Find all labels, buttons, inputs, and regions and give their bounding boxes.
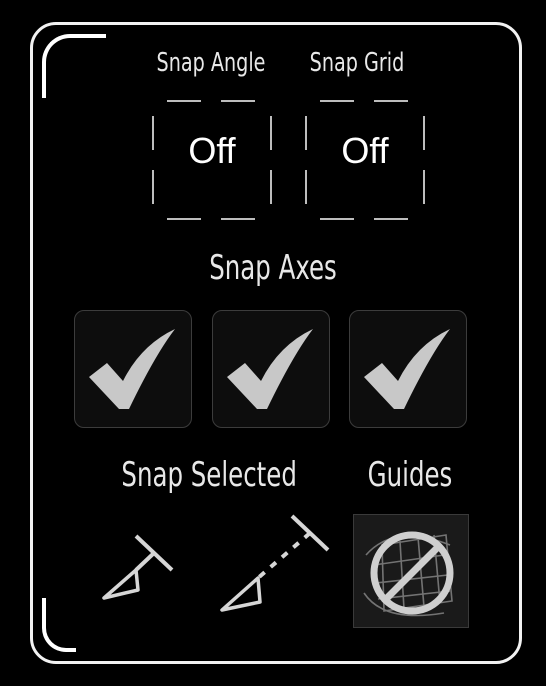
panel-corner-highlight [42,34,106,98]
snap-selected-dashed-icon[interactable] [216,510,336,620]
snap-grid-toggle[interactable]: Off [305,100,425,220]
panel-corner-highlight-bottom [42,598,76,652]
snap-axis-y-checkbox[interactable] [212,310,330,428]
snap-angle-toggle[interactable]: Off [152,100,272,220]
snap-grid-value: Off [341,130,389,171]
snap-axis-z-checkbox[interactable] [349,310,467,428]
guides-disabled-icon [363,531,454,617]
check-icon [89,329,175,409]
check-icon [364,329,450,409]
guides-label: Guides [367,455,453,495]
check-icon [227,329,313,409]
snap-axes-label: Snap Axes [209,248,337,288]
guides-toggle-button[interactable] [353,514,469,628]
snap-grid-label: Snap Grid [309,48,405,78]
snap-angle-value: Off [188,130,236,171]
snap-angle-label: Snap Angle [156,48,266,78]
snap-selected-solid-icon[interactable] [98,530,182,606]
snap-selected-label: Snap Selected [121,455,297,495]
snap-axis-x-checkbox[interactable] [74,310,192,428]
